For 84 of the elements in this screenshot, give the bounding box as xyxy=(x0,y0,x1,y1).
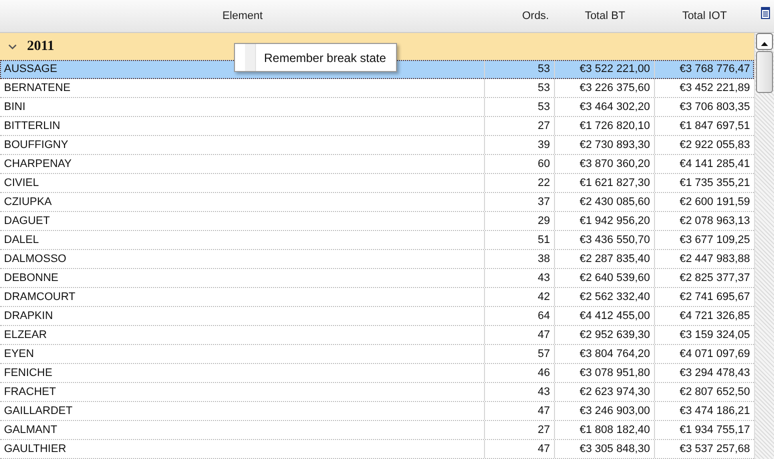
table-cell: 47 xyxy=(485,402,555,420)
table-cell: €3 804 764,20 xyxy=(555,345,655,363)
table-cell: 47 xyxy=(485,440,555,458)
table-cell-text: €3 159 324,05 xyxy=(678,328,751,343)
table-cell: DALMOSSO xyxy=(0,250,485,268)
group-label: 2011 xyxy=(27,38,54,54)
table-cell: DRAPKIN xyxy=(0,307,485,325)
table-cell-text: €3 677 109,25 xyxy=(678,233,751,248)
table-cell-text: €3 537 257,68 xyxy=(678,442,751,457)
table-cell: DRAMCOURT xyxy=(0,288,485,306)
table-cell: €1 726 820,10 xyxy=(555,117,655,135)
table-cell: GAILLARDET xyxy=(0,402,485,420)
table-cell: 29 xyxy=(485,212,555,230)
table-cell: 37 xyxy=(485,193,555,211)
table-cell: BOUFFIGNY xyxy=(0,136,485,154)
table-cell: €2 730 893,30 xyxy=(555,136,655,154)
table-cell: 39 xyxy=(485,136,555,154)
table-cell-text: €3 452 221,89 xyxy=(678,81,751,96)
table-cell: EYEN xyxy=(0,345,485,363)
table-cell: 42 xyxy=(485,288,555,306)
table-cell: 43 xyxy=(485,383,555,401)
table-cell: €3 246 903,00 xyxy=(555,402,655,420)
table-cell: DALEL xyxy=(0,231,485,249)
table-cell: 27 xyxy=(485,421,555,439)
table-cell-text: €1 934 755,17 xyxy=(678,423,751,438)
table-cell: 60 xyxy=(485,155,555,173)
table-cell: €2 623 974,30 xyxy=(555,383,655,401)
table-cell-text: €3 294 478,43 xyxy=(678,366,751,381)
table-cell-text: €2 078 963,13 xyxy=(678,214,751,229)
table-cell-text: €4 721 326,85 xyxy=(678,309,751,324)
table-cell: 38 xyxy=(485,250,555,268)
table-cell: FRACHET xyxy=(0,383,485,401)
table-cell-text: €4 071 097,69 xyxy=(678,347,751,362)
table-cell: DAGUET xyxy=(0,212,485,230)
table-cell: 43 xyxy=(485,269,555,287)
table-cell: BINI xyxy=(0,98,485,116)
table-cell-text: €2 825 377,37 xyxy=(678,271,751,286)
table-cell: €1 942 956,20 xyxy=(555,212,655,230)
table-cell: €3 464 302,20 xyxy=(555,98,655,116)
table-cell: ELZEAR xyxy=(0,326,485,344)
table-cell: 27 xyxy=(485,117,555,135)
table-cell: €3 870 360,20 xyxy=(555,155,655,173)
table-cell: 53 xyxy=(485,98,555,116)
table-cell: 22 xyxy=(485,174,555,192)
table-cell: 51 xyxy=(485,231,555,249)
table-cell: CHARPENAY xyxy=(0,155,485,173)
table-cell-text: €4 141 285,41 xyxy=(678,157,751,172)
table-cell: €1 621 827,30 xyxy=(555,174,655,192)
table-cell: €2 562 332,40 xyxy=(555,288,655,306)
table-cell: €2 430 085,60 xyxy=(555,193,655,211)
table-cell: €2 287 835,40 xyxy=(555,250,655,268)
table-cell-text: €1 847 697,51 xyxy=(678,119,751,134)
table-cell: €2 640 539,60 xyxy=(555,269,655,287)
table-cell: €3 522 221,00 xyxy=(555,60,655,78)
table-cell-text: €1 735 355,21 xyxy=(678,176,751,191)
table-cell: 53 xyxy=(485,79,555,97)
table-cell: 46 xyxy=(485,364,555,382)
table-cell: 53 xyxy=(485,60,555,78)
table-cell: DEBONNE xyxy=(0,269,485,287)
table-cell-text: €2 600 191,59 xyxy=(678,195,751,210)
table-cell: €4 412 455,00 xyxy=(555,307,655,325)
table-cell: €3 226 375,60 xyxy=(555,79,655,97)
table-cell-text: €2 741 695,67 xyxy=(678,290,751,305)
table-cell-text: €3 768 776,47 xyxy=(678,62,751,77)
table-cell: GAULTHIER xyxy=(0,440,485,458)
table-cell: €3 078 951,80 xyxy=(555,364,655,382)
table-cell-text: €2 922 055,83 xyxy=(678,138,751,153)
table-cell-text: €3 474 186,21 xyxy=(678,404,751,419)
table-cell: €1 808 182,40 xyxy=(555,421,655,439)
table-cell: BITTERLIN xyxy=(0,117,485,135)
table-cell-text: €3 706 803,35 xyxy=(678,100,751,115)
table-cell: CIVIEL xyxy=(0,174,485,192)
table-cell: €3 436 550,70 xyxy=(555,231,655,249)
table-cell-text: €2 807 652,50 xyxy=(678,385,751,400)
table-cell: 57 xyxy=(485,345,555,363)
table-cell: 64 xyxy=(485,307,555,325)
table-cell: FENICHE xyxy=(0,364,485,382)
table-cell-text: €2 447 983,88 xyxy=(678,252,751,267)
table-cell: GALMANT xyxy=(0,421,485,439)
table-cell: €2 952 639,30 xyxy=(555,326,655,344)
table-cell: €3 305 848,30 xyxy=(555,440,655,458)
table-cell: CZIUPKA xyxy=(0,193,485,211)
table-cell: 47 xyxy=(485,326,555,344)
table-cell: BERNATENE xyxy=(0,79,485,97)
